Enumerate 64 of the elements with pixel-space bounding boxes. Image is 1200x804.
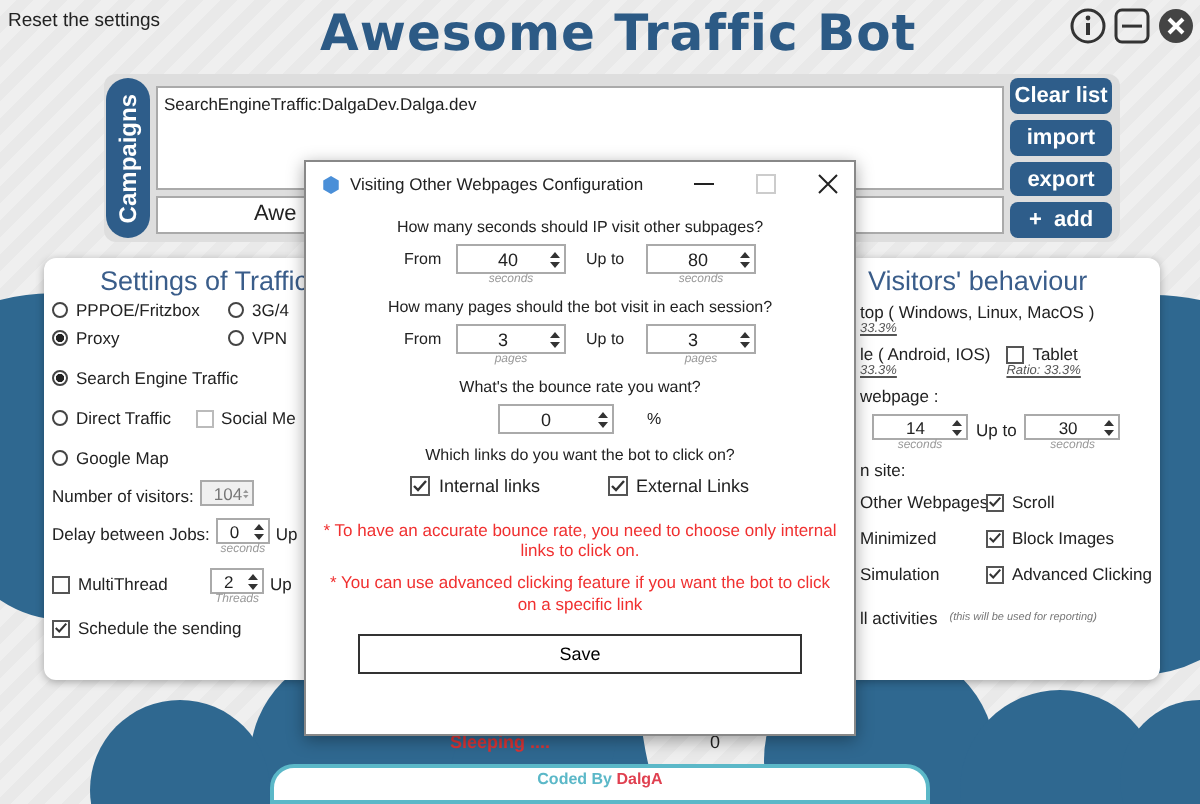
option-label: Internal links <box>438 476 540 496</box>
option-label: Block Images <box>1012 528 1115 549</box>
device-label: top ( Windows, Linux, MacOS ) <box>860 302 1095 323</box>
reset-settings-link[interactable]: Reset the settings <box>8 10 308 32</box>
number-field[interactable]: 80 <box>646 244 756 274</box>
question-text: Which links do you want the bot to click on? <box>425 446 735 464</box>
warning-text: * You can use advanced clicking feature if you want the bot to click on a specific link <box>328 572 832 614</box>
option-label: Simulation <box>860 564 942 585</box>
option-label: Advanced Clicking <box>1012 564 1152 585</box>
number-field[interactable]: 30 <box>1024 414 1121 441</box>
option-label: Minimized <box>860 528 939 549</box>
number-field[interactable]: 40 <box>456 244 566 274</box>
option-label: MultiThread <box>78 574 168 595</box>
option-label: Other Webpages <box>860 492 986 513</box>
app-title: Awesome Traffic Bot <box>320 4 917 62</box>
field-label: Up <box>275 524 298 545</box>
campaign-button[interactable]: export <box>1010 161 1112 197</box>
option-label: 3G/4 <box>252 300 289 321</box>
option-label: Search Engine Traffic <box>76 368 239 389</box>
field-label: Up to <box>976 420 1017 441</box>
credit-text: Coded By DalgA <box>537 770 663 793</box>
device-label: le ( Android, IOS) <box>860 344 991 365</box>
campaign-item[interactable]: SearchEngineTraffic:DalgaDev.Dalga.dev <box>164 94 477 115</box>
field-label: From <box>404 250 444 268</box>
number-field[interactable]: 14 <box>872 414 968 441</box>
number-field[interactable]: 3 <box>646 324 756 354</box>
card-title: Visitors' behaviour <box>868 266 1088 297</box>
option-label: Direct Traffic <box>76 408 172 429</box>
field-label: Delay between Jobs: <box>52 524 210 545</box>
campaign-button[interactable]: Clear list <box>1010 78 1112 114</box>
save-button[interactable]: Save <box>358 633 802 674</box>
warning-text: * To have an accurate bounce rate, you need to choose only internal links to click on. <box>321 520 839 561</box>
delay-number-field[interactable]: 0 <box>215 518 270 545</box>
campaign-button[interactable]: + add <box>1010 202 1112 239</box>
bounce-rate-field[interactable]: 0 <box>498 404 615 434</box>
option-label: Google Map <box>76 448 169 469</box>
unit-label: % <box>646 410 662 428</box>
field-label: Up <box>270 574 292 595</box>
option-label: ll activities <box>860 608 938 629</box>
campaigns-tab[interactable]: Campaigns <box>106 78 150 239</box>
field-label: Up to <box>586 330 627 348</box>
question-text: How many seconds should IP visit other subpages? <box>396 218 764 236</box>
dialog-title: Visiting Other Webpages Configuration <box>350 174 646 194</box>
option-label: Proxy <box>76 328 120 349</box>
threads-number-field[interactable]: 2 <box>210 568 264 595</box>
option-label: VPN <box>252 328 287 349</box>
campaign-button[interactable]: import <box>1010 119 1112 156</box>
field-label: Number of visitors: <box>52 486 194 507</box>
option-label: Social Me <box>221 408 296 429</box>
number-field[interactable]: 3 <box>456 324 566 354</box>
section-label: webpage : <box>860 386 941 407</box>
option-label: Scroll <box>1012 492 1055 513</box>
option-label: External Links <box>636 476 750 496</box>
option-label: Tablet <box>1032 344 1078 365</box>
question-text: What's the bounce rate you want? <box>459 378 701 396</box>
section-label: n site: <box>860 460 908 481</box>
card-title: Settings of Traffic <box>99 266 308 297</box>
status-count: 0 <box>710 732 721 753</box>
option-label: PPPOE/Fritzbox <box>76 300 200 321</box>
field-label: From <box>404 330 444 348</box>
option-label: Schedule the sending <box>78 618 242 639</box>
field-label: Up to <box>586 250 627 268</box>
status-text: Sleeping .... <box>450 732 551 753</box>
question-text: How many pages should the bot visit in each session? <box>387 298 773 316</box>
